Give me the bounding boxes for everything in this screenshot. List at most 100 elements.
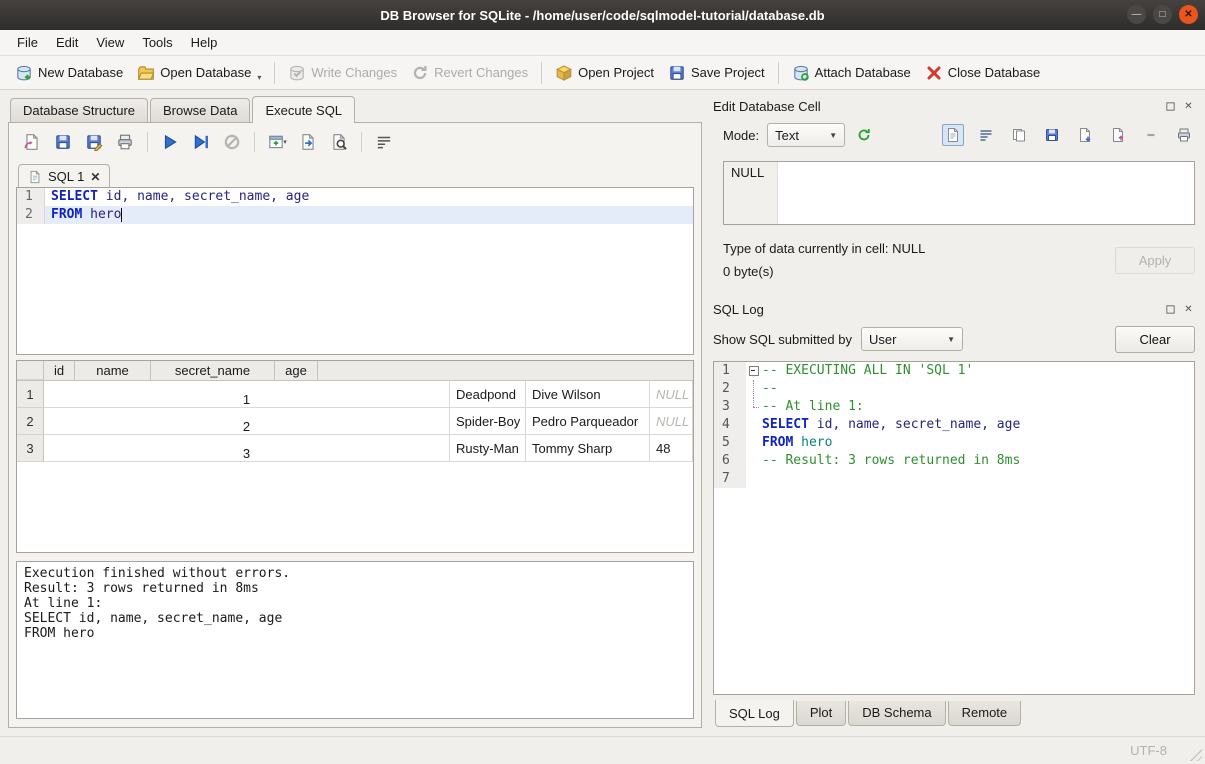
float-log-panel-icon[interactable] — [1164, 303, 1177, 316]
close-log-panel-icon[interactable]: ✕ — [1182, 303, 1195, 316]
stop-icon — [223, 133, 241, 151]
column-header-secret_name[interactable]: secret_name — [151, 361, 275, 380]
column-header-age[interactable]: age — [275, 361, 318, 380]
clear-log-button[interactable]: Clear — [1115, 326, 1195, 353]
table-cell[interactable]: 1 — [44, 381, 450, 408]
print-cell-icon — [1176, 127, 1192, 143]
save-project-button[interactable]: Save Project — [661, 60, 772, 86]
bottom-tab-db-schema[interactable]: DB Schema — [848, 701, 945, 726]
table-cell[interactable]: Pedro Parqueador — [526, 408, 650, 435]
table-cell[interactable]: Dive Wilson — [526, 381, 650, 408]
stop-button — [220, 130, 244, 154]
text-mode-button[interactable] — [942, 124, 964, 146]
execute-current-line-button[interactable] — [189, 130, 213, 154]
open-project-icon — [555, 64, 573, 82]
chevron-down-icon: ▼ — [829, 131, 837, 140]
editor-line[interactable]: 2FROM hero — [17, 206, 693, 224]
export-cell-button[interactable] — [1107, 124, 1129, 146]
maximize-icon[interactable]: □ — [1153, 5, 1172, 24]
row-number[interactable]: 3 — [17, 435, 44, 462]
close-database-button[interactable]: Close Database — [918, 60, 1048, 86]
write-changes-button: Write Changes — [281, 60, 404, 86]
log-line-number: 7 — [714, 470, 746, 488]
toggle-wrap-button[interactable] — [372, 130, 396, 154]
copy-cell-button[interactable] — [1008, 124, 1030, 146]
bottom-tab-remote[interactable]: Remote — [948, 701, 1022, 726]
sql-editor[interactable]: 1SELECT id, name, secret_name, age2FROM … — [16, 187, 694, 355]
save-sql-file-button[interactable] — [51, 130, 75, 154]
bottom-tabbar: SQL LogPlotDB SchemaRemote — [713, 701, 1195, 728]
sql-editor-lines: 1SELECT id, name, secret_name, age2FROM … — [17, 188, 693, 224]
menu-view[interactable]: View — [87, 31, 133, 54]
word-wrap-button[interactable] — [975, 124, 997, 146]
fold-marker-icon[interactable] — [746, 362, 762, 380]
mode-select[interactable]: Text ▼ — [767, 123, 845, 147]
row-number[interactable]: 2 — [17, 408, 44, 435]
export-cell-icon — [1110, 127, 1126, 143]
close-window-icon[interactable]: ✕ — [1179, 5, 1198, 24]
save-sql-as-button[interactable] — [82, 130, 106, 154]
tab-database-structure[interactable]: Database Structure — [10, 98, 148, 123]
toolbar-separator — [254, 132, 255, 152]
close-panel-icon[interactable]: ✕ — [1182, 100, 1195, 113]
attach-database-label: Attach Database — [815, 65, 911, 80]
menu-tools[interactable]: Tools — [133, 31, 181, 54]
cell-editor[interactable]: NULL — [723, 161, 1195, 225]
log-filter-select[interactable]: User ▼ — [861, 327, 963, 351]
open-project-button[interactable]: Open Project — [548, 60, 661, 86]
open-database-button[interactable]: Open Database▾ — [130, 60, 268, 86]
float-panel-icon[interactable] — [1164, 100, 1177, 113]
open-in-editor-icon — [299, 133, 317, 151]
editor-code: SELECT id, name, secret_name, age — [45, 188, 693, 206]
sql-tab-label: SQL 1 — [48, 169, 84, 184]
menu-edit[interactable]: Edit — [47, 31, 87, 54]
find-replace-button[interactable] — [327, 130, 351, 154]
bottom-tab-plot[interactable]: Plot — [796, 701, 846, 726]
new-tab-button[interactable]: ▾ — [265, 130, 289, 154]
menu-help[interactable]: Help — [182, 31, 227, 54]
toggle-wrap-icon — [375, 133, 393, 151]
close-database-label: Close Database — [948, 65, 1041, 80]
set-null-button[interactable] — [1140, 124, 1162, 146]
table-cell[interactable]: Tommy Sharp — [526, 435, 650, 462]
log-filter-row: Show SQL submitted by User ▼ Clear — [713, 323, 1195, 355]
column-header-id[interactable]: id — [44, 361, 75, 380]
tab-execute-sql[interactable]: Execute SQL — [252, 96, 355, 123]
row-number[interactable]: 1 — [17, 381, 44, 408]
auto-format-icon[interactable] — [853, 124, 875, 146]
close-tab-icon[interactable]: ✕ — [90, 170, 100, 184]
table-cell[interactable]: 2 — [44, 408, 450, 435]
log-line-number: 3 — [714, 398, 746, 416]
table-cell[interactable]: NULL — [650, 408, 693, 435]
minimize-icon[interactable]: ― — [1127, 5, 1146, 24]
open-in-editor-button[interactable] — [296, 130, 320, 154]
new-tab-dropdown-icon[interactable]: ▾ — [283, 138, 287, 146]
import-cell-button[interactable] — [1074, 124, 1096, 146]
print-cell-button[interactable] — [1173, 124, 1195, 146]
resize-grip-icon[interactable] — [1190, 749, 1202, 761]
save-cell-button[interactable] — [1041, 124, 1063, 146]
fold-marker-icon — [746, 416, 762, 434]
fold-marker-icon — [746, 452, 762, 470]
table-cell[interactable]: Spider-Boy — [450, 408, 526, 435]
editor-line[interactable]: 1SELECT id, name, secret_name, age — [17, 188, 693, 206]
attach-database-button[interactable]: Attach Database — [785, 60, 918, 86]
log-line-number: 1 — [714, 362, 746, 380]
sql-tab[interactable]: SQL 1 ✕ — [18, 164, 110, 188]
tab-browse-data[interactable]: Browse Data — [150, 98, 250, 123]
table-cell[interactable]: NULL — [650, 381, 693, 408]
table-cell[interactable]: Deadpond — [450, 381, 526, 408]
table-cell[interactable]: Rusty-Man — [450, 435, 526, 462]
word-wrap-icon — [978, 127, 994, 143]
close-database-icon — [925, 64, 943, 82]
open-sql-file-button[interactable] — [20, 130, 44, 154]
print-button[interactable] — [113, 130, 137, 154]
open-database-dropdown-icon[interactable]: ▾ — [257, 73, 261, 82]
bottom-tab-sql-log[interactable]: SQL Log — [715, 700, 794, 727]
table-cell[interactable]: 3 — [44, 435, 450, 462]
column-header-name[interactable]: name — [75, 361, 151, 380]
new-database-button[interactable]: New Database — [8, 60, 130, 86]
menu-file[interactable]: File — [8, 31, 47, 54]
table-cell[interactable]: 48 — [650, 435, 693, 462]
execute-all-button[interactable] — [158, 130, 182, 154]
